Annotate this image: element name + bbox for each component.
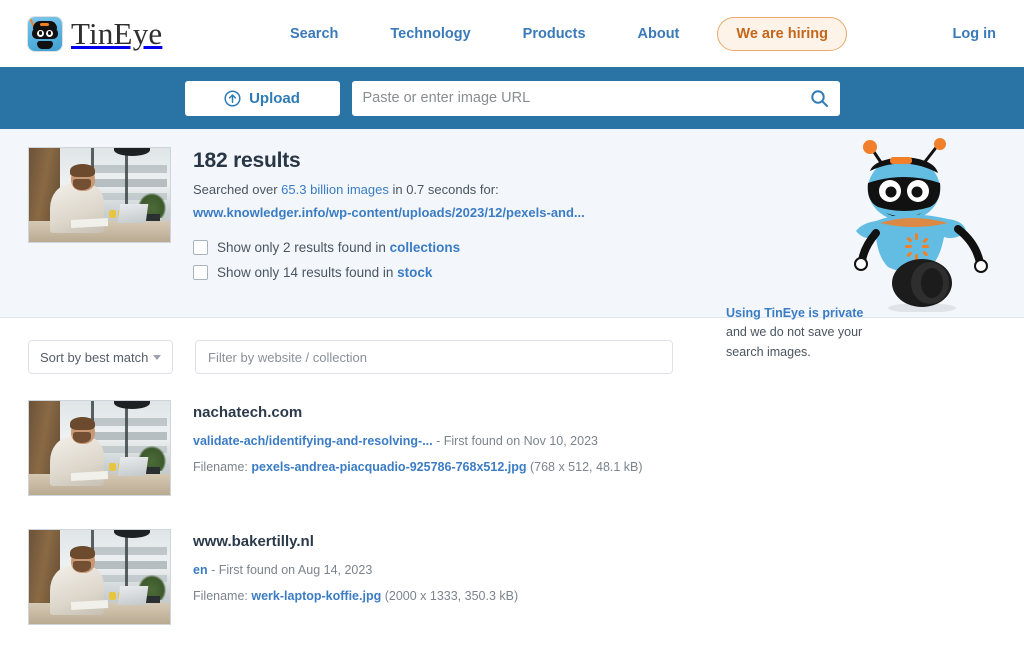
upload-button[interactable]: Upload <box>184 80 340 116</box>
we-are-hiring-button[interactable]: We are hiring <box>717 16 847 51</box>
result-path-line: validate-ach/identifying-and-resolving-.… <box>193 434 643 448</box>
result-filename-line: Filename: werk-laptop-koffie.jpg (2000 x… <box>193 589 518 603</box>
source-image-url-link[interactable]: www.knowledger.info/wp-content/uploads/2… <box>193 205 585 220</box>
table-row[interactable]: www.bakertilly.nl en - First found on Au… <box>28 529 996 625</box>
privacy-text: and we do not save your search images. <box>726 325 863 359</box>
stock-filter-row[interactable]: Show only 14 results found in stock <box>193 265 585 280</box>
tineye-robot-logo-icon <box>28 16 62 51</box>
searched-prefix: Searched over <box>193 182 282 197</box>
nav-links: Search Technology Products About We are … <box>290 0 847 67</box>
filename-label: Filename: <box>193 589 252 603</box>
result-thumbnail[interactable] <box>28 400 171 496</box>
result-path-line: en - First found on Aug 14, 2023 <box>193 563 518 577</box>
top-navigation-bar: TinEye Search Technology Products About … <box>0 0 1024 67</box>
search-submit-button[interactable] <box>804 89 829 108</box>
results-list: nachatech.com validate-ach/identifying-a… <box>0 374 1024 625</box>
image-url-field[interactable] <box>351 80 840 116</box>
result-file-meta: (768 x 512, 48.1 kB) <box>526 460 643 474</box>
result-filter-checkboxes: Show only 2 results found in collections… <box>193 240 585 280</box>
result-details: nachatech.com validate-ach/identifying-a… <box>193 400 643 496</box>
stock-filter-label: Show only 14 results found in stock <box>217 265 433 280</box>
result-path-link[interactable]: validate-ach/identifying-and-resolving-.… <box>193 434 433 448</box>
summary-text-block: 182 results Searched over 65.3 billion i… <box>193 147 585 317</box>
query-image-thumbnail[interactable] <box>28 147 171 243</box>
nav-item-products[interactable]: Products <box>497 26 612 42</box>
collections-filter-row[interactable]: Show only 2 results found in collections <box>193 240 585 255</box>
collections-link[interactable]: collections <box>390 240 461 255</box>
result-file-meta: (2000 x 1333, 350.3 kB) <box>381 589 519 603</box>
chevron-down-icon <box>153 354 161 360</box>
search-icon <box>810 89 828 107</box>
collections-filter-label: Show only 2 results found in collections <box>217 240 461 255</box>
nav-item-about[interactable]: About <box>612 26 706 42</box>
tineye-robot-mascot-icon <box>854 138 988 312</box>
result-first-found: - First found on Aug 14, 2023 <box>207 563 373 577</box>
result-filename-link[interactable]: pexels-andrea-piacquadio-925786-768x512.… <box>251 460 526 474</box>
table-row[interactable]: nachatech.com validate-ach/identifying-a… <box>28 400 996 496</box>
brand-logo-link[interactable]: TinEye <box>28 16 163 51</box>
result-domain: nachatech.com <box>193 404 303 421</box>
website-collection-filter-input[interactable] <box>195 340 673 374</box>
search-bar: Upload <box>0 67 1024 129</box>
brand-wordmark: TinEye <box>71 16 163 51</box>
desk-laptop-photo <box>29 401 170 495</box>
upload-button-label: Upload <box>249 89 300 107</box>
result-count: 182 results <box>193 149 301 172</box>
searched-suffix: in 0.7 seconds for: <box>388 182 499 197</box>
collections-checkbox[interactable] <box>193 240 208 255</box>
privacy-notice: Using TinEye is private and we do not sa… <box>726 304 876 362</box>
stock-link[interactable]: stock <box>397 265 432 280</box>
result-first-found: - First found on Nov 10, 2023 <box>432 434 598 448</box>
desk-laptop-photo <box>29 148 170 242</box>
desk-laptop-photo <box>29 530 170 624</box>
sort-dropdown-value: Sort by best match <box>40 349 149 365</box>
result-filename-link[interactable]: werk-laptop-koffie.jpg <box>251 589 381 603</box>
filename-label: Filename: <box>193 460 252 474</box>
billion-images-link[interactable]: 65.3 billion images <box>281 182 389 197</box>
result-filename-line: Filename: pexels-andrea-piacquadio-92578… <box>193 460 643 474</box>
image-url-input[interactable] <box>362 81 804 115</box>
sort-dropdown[interactable]: Sort by best match <box>28 340 173 374</box>
searched-over-line: Searched over 65.3 billion images in 0.7… <box>193 182 585 197</box>
upload-circle-arrow-icon <box>224 89 241 107</box>
result-thumbnail[interactable] <box>28 529 171 625</box>
result-domain: www.bakertilly.nl <box>193 533 314 550</box>
result-path-link[interactable]: en <box>193 563 208 577</box>
stock-checkbox[interactable] <box>193 265 208 280</box>
result-details: www.bakertilly.nl en - First found on Au… <box>193 529 518 625</box>
login-link[interactable]: Log in <box>953 0 997 67</box>
privacy-link[interactable]: Using TinEye is private <box>726 306 863 320</box>
search-summary-panel: 182 results Searched over 65.3 billion i… <box>0 129 1024 359</box>
nav-item-technology[interactable]: Technology <box>364 26 496 42</box>
nav-item-search[interactable]: Search <box>290 26 364 42</box>
